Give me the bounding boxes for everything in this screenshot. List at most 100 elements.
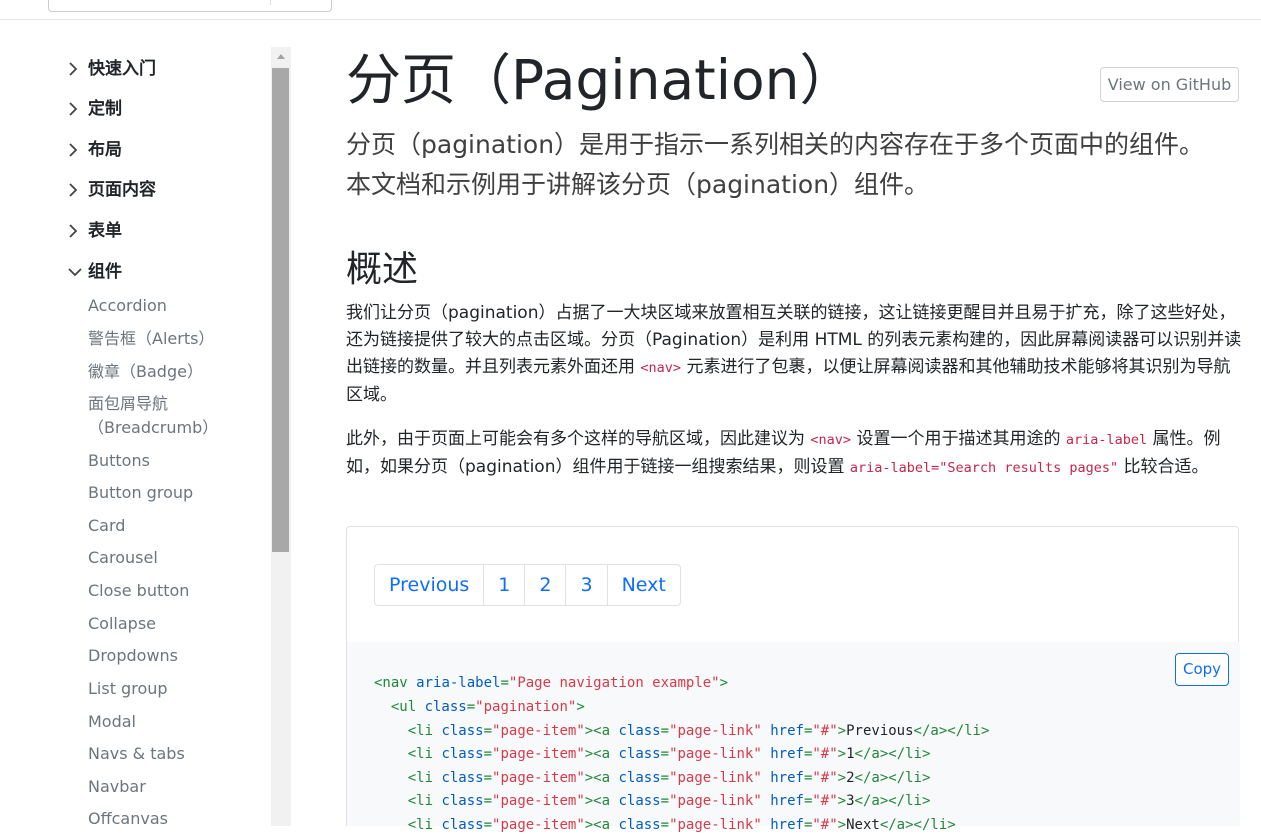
example-preview: Previous 1 2 3 Next: [346, 526, 1239, 642]
code-token: href: [770, 723, 804, 739]
code-token: ><a: [584, 770, 619, 786]
code-token: "page-item": [492, 817, 585, 833]
code-token: aria-label: [416, 675, 501, 691]
code-token: >: [576, 699, 585, 715]
code-token: </a></li>: [854, 746, 931, 762]
code-token: =: [660, 746, 670, 762]
top-navbar: [0, 0, 1261, 20]
sidebar-item-navbar[interactable]: Navbar: [88, 775, 146, 799]
code-token: "#": [812, 770, 838, 786]
sidebar-item-dropdowns[interactable]: Dropdowns: [88, 644, 178, 668]
sidebar-item-card[interactable]: Card: [88, 514, 125, 538]
code-token: "page-link": [669, 723, 762, 739]
sidebar-section-label: 布局: [88, 140, 122, 160]
sidebar-item-close-button[interactable]: Close button: [88, 579, 189, 603]
sidebar-item-buttons[interactable]: Buttons: [88, 449, 150, 473]
chevron-right-icon: [68, 97, 84, 121]
code-token: <nav: [374, 675, 417, 691]
sidebar-item-offcanvas[interactable]: Offcanvas: [88, 807, 168, 826]
search-input[interactable]: [48, 0, 332, 12]
code-token: =: [660, 817, 670, 833]
pagination-page-1-link[interactable]: 1: [483, 565, 524, 605]
scrollbar-thumb[interactable]: [272, 68, 289, 552]
sidebar-section-label: 组件: [88, 262, 122, 282]
code-token: "page-item": [492, 770, 585, 786]
sidebar-item-breadcrumb-en[interactable]: （Breadcrumb）: [88, 416, 218, 440]
sidebar-section-getting-started[interactable]: 快速入门: [68, 57, 156, 81]
code-token: "page-link": [669, 793, 762, 809]
code-line: <li class="page-item"><a class="page-lin…: [374, 815, 956, 835]
sidebar-section-components[interactable]: 组件: [68, 260, 122, 284]
code-token: ><a: [584, 817, 619, 833]
sidebar-item-modal[interactable]: Modal: [88, 710, 136, 734]
scroll-up-arrow-icon[interactable]: [271, 47, 291, 67]
code-token: <li: [374, 723, 442, 739]
code-token: class: [618, 723, 661, 739]
sidebar-scrollbar[interactable]: [271, 47, 291, 826]
code-token: class: [618, 793, 661, 809]
text-segment: 此外，由于页面上可能会有多个这样的导航区域，因此建议为: [346, 429, 811, 449]
code-token: >: [837, 723, 847, 739]
code-token: "page-item": [492, 793, 585, 809]
code-token: "page-link": [669, 746, 762, 762]
copy-button[interactable]: Copy: [1175, 653, 1229, 686]
sidebar-section-customize[interactable]: 定制: [68, 97, 122, 121]
sidebar-item-collapse[interactable]: Collapse: [88, 612, 156, 636]
code-token: >: [837, 746, 847, 762]
code-token: "#": [812, 817, 838, 833]
pagination-page-2-link[interactable]: 2: [524, 565, 565, 605]
sidebar-item-accordion[interactable]: Accordion: [88, 294, 167, 318]
sidebar-section-label: 定制: [88, 99, 122, 119]
sidebar-section-label: 表单: [88, 221, 122, 241]
code-token: "pagination": [475, 699, 577, 715]
code-token: href: [770, 770, 804, 786]
inline-code: <nav>: [810, 432, 852, 448]
code-token: "#": [812, 793, 838, 809]
inline-code: aria-label: [1065, 432, 1148, 448]
code-token: class: [441, 770, 484, 786]
sidebar-section-layout[interactable]: 布局: [68, 138, 122, 162]
sidebar-item-carousel[interactable]: Carousel: [88, 546, 158, 570]
sidebar-section-label: 页面内容: [88, 180, 156, 200]
chevron-right-icon: [68, 57, 84, 81]
sidebar-item-badge[interactable]: 徽章（Badge）: [88, 360, 203, 384]
code-token: "#": [812, 723, 838, 739]
code-token: ><a: [584, 746, 619, 762]
view-on-github-button[interactable]: View on GitHub: [1100, 67, 1239, 102]
code-token: "page-item": [492, 746, 585, 762]
overview-heading: 概述: [346, 249, 419, 290]
code-token: =: [483, 746, 493, 762]
code-token: class: [424, 699, 467, 715]
sidebar-item-breadcrumb[interactable]: 面包屑导航: [88, 392, 168, 416]
code-token: <li: [374, 793, 442, 809]
sidebar-item-list-group[interactable]: List group: [88, 677, 168, 701]
sidebar-item-navs-tabs[interactable]: Navs & tabs: [88, 742, 185, 766]
docs-sidebar: 快速入门 定制 布局 页面内容 表单 组件 Accordion 警告框（Aler…: [0, 20, 270, 826]
code-token: 1: [846, 746, 855, 762]
sidebar-section-forms[interactable]: 表单: [68, 219, 122, 243]
sidebar-section-content[interactable]: 页面内容: [68, 178, 156, 202]
code-token: class: [441, 817, 484, 833]
code-example: Copy <nav aria-label="Page navigation ex…: [346, 642, 1240, 833]
code-token: 2: [846, 770, 855, 786]
code-token: >: [719, 675, 729, 691]
code-token: >: [837, 817, 847, 833]
code-token: class: [618, 770, 661, 786]
pagination-next-link[interactable]: Next: [606, 565, 680, 605]
code-token: <ul: [374, 699, 425, 715]
pagination-previous-link[interactable]: Previous: [375, 565, 483, 605]
code-token: Previous: [846, 723, 914, 739]
inline-code: <nav>: [640, 360, 682, 376]
sidebar-item-button-group[interactable]: Button group: [88, 481, 193, 505]
search-shortcut-hint: [270, 0, 327, 5]
code-token: "#": [812, 746, 838, 762]
code-token: class: [618, 746, 661, 762]
sidebar-item-alerts[interactable]: 警告框（Alerts）: [88, 327, 214, 351]
code-token: class: [618, 817, 661, 833]
code-token: =: [660, 723, 670, 739]
pagination-page-3-link[interactable]: 3: [565, 565, 606, 605]
code-token: >: [837, 770, 847, 786]
